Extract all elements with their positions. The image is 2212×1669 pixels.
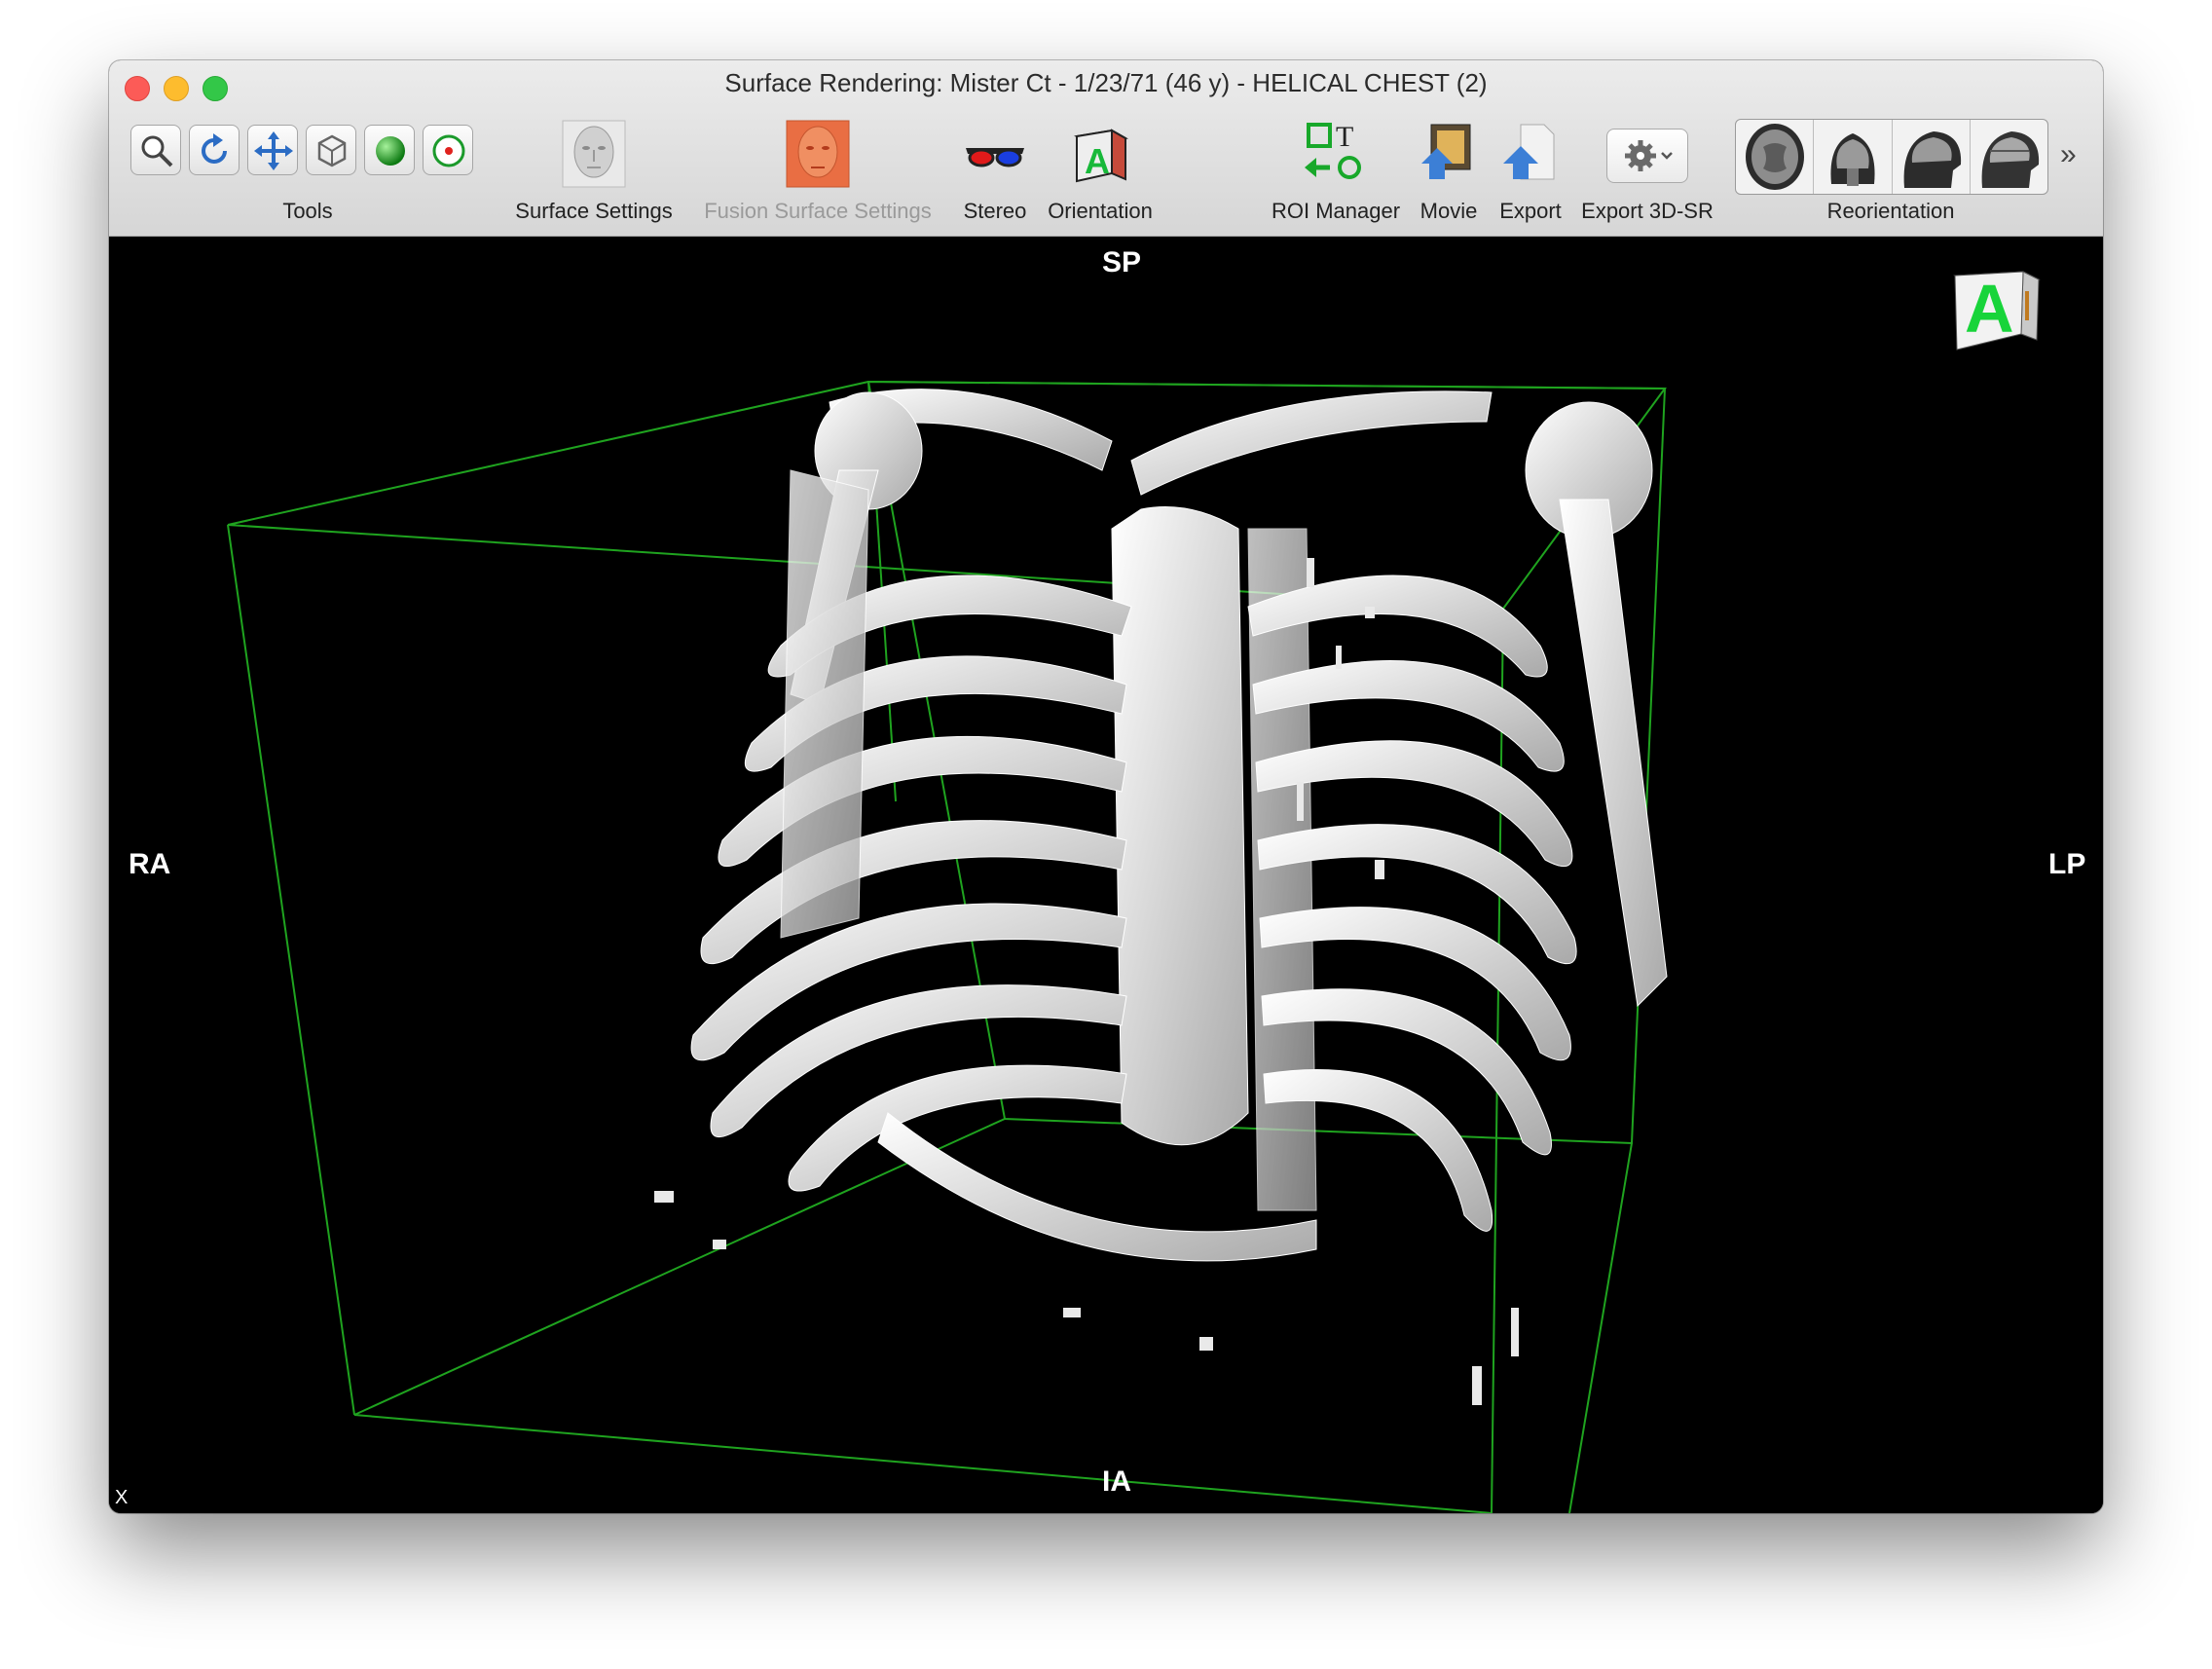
zoom-icon bbox=[141, 135, 173, 167]
roi-manager-button[interactable]: T bbox=[1301, 119, 1371, 189]
roi-shapes-icon: T bbox=[1305, 121, 1361, 179]
movie-button[interactable] bbox=[1414, 119, 1484, 189]
fusion-face-icon bbox=[786, 120, 850, 188]
export-button[interactable] bbox=[1495, 119, 1566, 189]
rotate-tool-button[interactable] bbox=[189, 125, 240, 175]
movie-label: Movie bbox=[1419, 199, 1478, 223]
target-icon bbox=[432, 134, 465, 167]
stereo-label: Stereo bbox=[963, 199, 1027, 223]
brain-sagittal-alt-icon bbox=[1981, 131, 2039, 188]
stereo-button[interactable] bbox=[960, 119, 1030, 189]
reorientation-control[interactable] bbox=[1735, 119, 2048, 195]
orientation-button[interactable]: A bbox=[1065, 119, 1135, 189]
tools-label: Tools bbox=[282, 199, 333, 223]
move-icon bbox=[254, 131, 293, 170]
fusion-surface-settings-label: Fusion Surface Settings bbox=[704, 199, 932, 223]
zoom-tool-button[interactable] bbox=[130, 125, 181, 175]
window-toolbar: Surface Rendering: Mister Ct - 1/23/71 (… bbox=[109, 60, 2103, 237]
svg-text:A: A bbox=[1085, 141, 1110, 181]
orientation-cube[interactable]: A bbox=[1947, 256, 2045, 353]
orientation-label-left: RA bbox=[129, 848, 171, 880]
chevron-down-icon bbox=[1661, 152, 1673, 160]
fusion-surface-settings-button bbox=[783, 119, 853, 189]
orientation-label-top: SP bbox=[1102, 246, 1142, 278]
cube-rotate-icon bbox=[317, 134, 347, 167]
coronal-view-button[interactable] bbox=[1814, 120, 1893, 194]
export-3dsr-button[interactable] bbox=[1606, 129, 1688, 183]
3d-render-viewport[interactable]: SP IA RA LP A X bbox=[109, 237, 2103, 1513]
target-tool-button[interactable] bbox=[423, 125, 473, 175]
orientation-label: Orientation bbox=[1048, 199, 1153, 223]
corner-axis-label: X bbox=[115, 1487, 129, 1508]
svg-text:T: T bbox=[1336, 121, 1353, 153]
reorientation-label: Reorientation bbox=[1826, 199, 1955, 223]
brain-sagittal-icon bbox=[1903, 131, 1961, 188]
window-title: Surface Rendering: Mister Ct - 1/23/71 (… bbox=[724, 68, 1488, 97]
movie-film-icon bbox=[1421, 124, 1471, 179]
brain-coronal-icon bbox=[1830, 133, 1875, 186]
orientation-cube-letter: A bbox=[1965, 271, 2014, 347]
face-surface-icon bbox=[562, 120, 626, 188]
surface-settings-button[interactable] bbox=[559, 119, 629, 189]
surface-rendering-window: Surface Rendering: Mister Ct - 1/23/71 (… bbox=[109, 60, 2103, 1513]
export-icon bbox=[1503, 124, 1555, 180]
surface-render-canvas[interactable] bbox=[109, 237, 2103, 1513]
export-label: Export bbox=[1499, 199, 1562, 223]
orientation-label-bottom: IA bbox=[1102, 1465, 1131, 1498]
sphere-tool-button[interactable] bbox=[364, 125, 415, 175]
orientation-label-right: LP bbox=[2048, 848, 2086, 880]
rotate-icon bbox=[202, 133, 227, 164]
ribcage-surface bbox=[690, 389, 1668, 1262]
surface-settings-label: Surface Settings bbox=[515, 199, 673, 223]
axial-view-button[interactable] bbox=[1736, 120, 1815, 194]
move-tool-button[interactable] bbox=[247, 125, 298, 175]
export-3dsr-label: Export 3D-SR bbox=[1581, 199, 1714, 223]
roi-manager-label: ROI Manager bbox=[1271, 199, 1401, 223]
brain-axial-icon bbox=[1746, 124, 1804, 190]
gear-icon bbox=[1625, 140, 1673, 171]
cube-rotate-tool-button[interactable] bbox=[306, 125, 356, 175]
orientation-cube-icon: A bbox=[1074, 129, 1128, 183]
3d-glasses-icon bbox=[966, 148, 1024, 167]
sagittal-alt-view-button[interactable] bbox=[1971, 120, 2047, 194]
sphere-icon bbox=[376, 136, 405, 166]
sagittal-view-button[interactable] bbox=[1893, 120, 1971, 194]
toolbar-overflow-button[interactable]: » bbox=[2060, 138, 2077, 171]
